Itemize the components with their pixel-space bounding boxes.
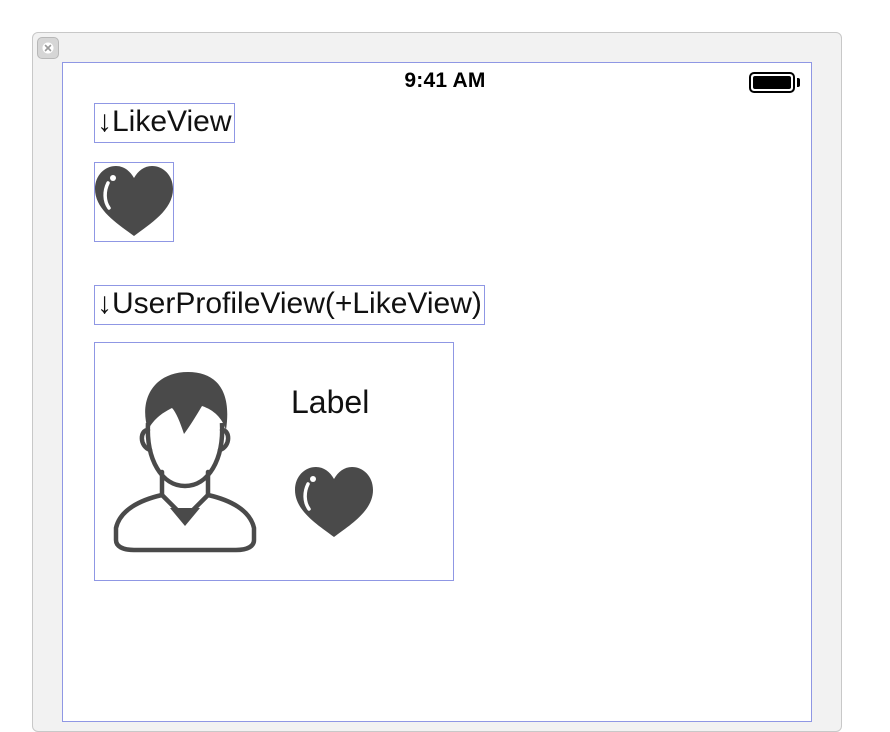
battery-icon [749,72,795,93]
close-button[interactable] [37,37,59,59]
battery-nub [797,78,800,87]
heart-icon[interactable] [294,465,374,539]
close-icon [42,42,54,54]
userprofileview-title: ↓UserProfileView(+LikeView) [94,285,485,325]
profile-name-label: Label [291,384,370,420]
heart-icon[interactable] [94,162,174,242]
user-avatar-icon [113,372,257,553]
likeview-title: ↓LikeView [94,103,235,143]
likeview-container[interactable] [94,162,174,242]
